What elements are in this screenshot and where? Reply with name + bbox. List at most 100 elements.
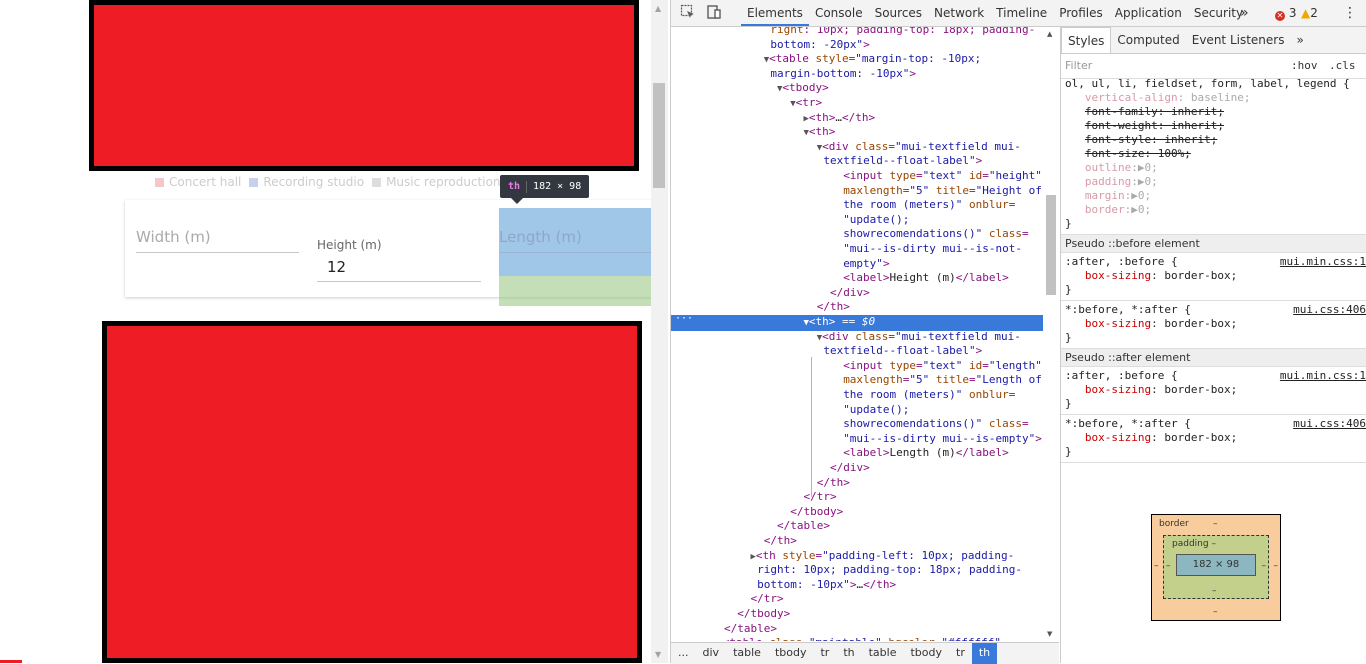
warning-counter[interactable]: ▲2 [1301,0,1318,26]
box-content-size[interactable]: 182 × 98 [1176,554,1256,576]
breadcrumb-item[interactable]: tbody [903,643,949,664]
dom-line[interactable]: "update(); [671,403,1059,418]
dom-line[interactable]: ▶<th>…</th> [671,111,1059,127]
breadcrumb-item[interactable]: table [862,643,904,664]
dom-line[interactable]: ▼<div class="mui-textfield mui- [671,330,1059,346]
source-link[interactable]: mui.css:406 [1293,303,1366,317]
dom-line[interactable]: ▼<div class="mui-textfield mui- [671,140,1059,156]
box-border-left[interactable]: – [1154,561,1159,571]
box-border-bottom[interactable]: – [1213,607,1218,617]
dom-line[interactable]: empty"> [671,257,1059,272]
dom-line[interactable]: </div> [671,461,1059,476]
dom-line[interactable]: maxlength="5" title="Height of [671,184,1059,199]
tab-computed[interactable]: Computed [1111,27,1185,53]
tab-application[interactable]: Application [1109,0,1188,26]
dom-line[interactable]: ▶<table class="maintable" bgcolor="#ffff… [671,636,1059,641]
source-link[interactable]: mui.min.css:1 [1280,369,1366,383]
dom-line[interactable]: ▼<table style="margin-top: -10px; [671,52,1059,68]
breadcrumb-item[interactable]: table [726,643,768,664]
dom-line[interactable]: margin-bottom: -10px"> [671,67,1059,82]
dom-line[interactable]: </tbody> [671,505,1059,520]
width-field[interactable]: Width (m) [136,228,299,253]
dom-line[interactable]: maxlength="5" title="Length of [671,373,1059,388]
box-padding-right[interactable]: – [1262,561,1267,571]
elements-scroll-thumb[interactable] [1046,195,1056,295]
filter-input[interactable]: Filter [1065,59,1092,72]
tab-styles[interactable]: Styles [1061,27,1112,53]
dom-line[interactable]: </th> [671,476,1059,491]
dom-line[interactable]: textfield--float-label"> [671,344,1059,359]
dom-line[interactable]: <label>Height (m)</label> [671,271,1059,286]
box-padding-top[interactable]: – [1211,539,1216,549]
tab-network[interactable]: Network [928,0,990,26]
dom-line[interactable]: ▶<th style="padding-left: 10px; padding- [671,549,1059,565]
breadcrumb-item[interactable]: tr [813,643,836,664]
style-rule-before-1[interactable]: :after, :before { box-sizing: border-box… [1061,253,1366,301]
scroll-down-arrow-icon[interactable]: ▼ [655,650,661,659]
hover-state-toggle[interactable]: :hov [1291,59,1318,72]
node-actions-icon[interactable]: ··· [675,312,693,327]
dom-line[interactable]: bottom: -10px">…</th> [671,578,1059,593]
dom-line[interactable]: right: 10px; padding-top: 18px; padding- [671,27,1059,38]
page-scrollbar[interactable]: ▲ ▼ [651,0,668,663]
tab-sources[interactable]: Sources [869,0,928,26]
style-rule-after-2[interactable]: *:before, *:after { box-sizing: border-b… [1061,415,1366,463]
box-padding-left[interactable]: – [1166,561,1171,571]
dom-line[interactable]: </tbody> [671,607,1059,622]
dom-line[interactable]: ▼<tr> [671,96,1059,112]
device-toggle-icon[interactable] [705,4,723,22]
height-field[interactable]: Height (m) 12 [317,238,481,282]
dom-line[interactable]: </table> [671,622,1059,637]
error-counter[interactable]: ✕ 3 [1275,0,1296,26]
dom-line[interactable]: showrecomendations()" class= [671,227,1059,242]
dom-line[interactable]: <input type="text" id="height" [671,169,1059,184]
breadcrumb-item[interactable]: tbody [768,643,814,664]
dom-line[interactable]: textfield--float-label"> [671,154,1059,169]
legend-item-recording-studio[interactable]: Recording studio [249,175,364,189]
legend-item-concert-hall[interactable]: Concert hall [155,175,241,189]
legend-item-music-reproduction[interactable]: Music reproduction ro [372,175,516,189]
breadcrumb-item[interactable]: ... [671,643,696,664]
dom-line[interactable]: </th> [671,300,1059,315]
dom-line[interactable]: the room (meters)" onblur= [671,388,1059,403]
breadcrumb-item[interactable]: tr [949,643,972,664]
style-rule-inherited[interactable]: ol, ul, li, fieldset, form, label, legen… [1061,75,1366,235]
breadcrumb-item[interactable]: th [836,643,861,664]
elements-scroll-up-icon[interactable]: ▲ [1047,30,1052,38]
inspect-element-icon[interactable] [679,4,697,22]
tab-profiles[interactable]: Profiles [1053,0,1109,26]
dom-line[interactable]: the room (meters)" onblur= [671,198,1059,213]
style-rule-before-2[interactable]: *:before, *:after { box-sizing: border-b… [1061,301,1366,349]
scroll-up-arrow-icon[interactable]: ▲ [655,4,661,13]
dom-line-selected[interactable]: ▼<th> == $0 [671,315,1059,331]
dom-line[interactable]: ▼<th> [671,125,1059,141]
dom-line[interactable]: </div> [671,286,1059,301]
more-tabs-icon[interactable]: » [1240,0,1249,26]
tab-elements[interactable]: Elements [741,0,809,26]
dom-line[interactable]: "mui--is-dirty mui--is-empty"> [671,432,1059,447]
dom-line[interactable]: </tr> [671,592,1059,607]
dom-line[interactable]: "update(); [671,213,1059,228]
dom-line[interactable]: </th> [671,534,1059,549]
dom-line[interactable]: bottom: -20px"> [671,38,1059,53]
elements-scroll-down-icon[interactable]: ▼ [1047,630,1052,638]
dom-line[interactable]: <label>Length (m)</label> [671,446,1059,461]
tab-console[interactable]: Console [809,0,869,26]
tab-timeline[interactable]: Timeline [990,0,1053,26]
devtools-menu-icon[interactable]: ⋮ [1343,0,1357,26]
dom-line[interactable]: </tr> [671,490,1059,505]
elements-scrollbar[interactable]: ▲ ▼ [1043,27,1059,641]
breadcrumb-item[interactable]: div [696,643,727,664]
source-link[interactable]: mui.min.css:1 [1280,255,1366,269]
dom-line[interactable]: showrecomendations()" class= [671,417,1059,432]
dom-line[interactable]: "mui--is-dirty mui--is-not- [671,242,1059,257]
height-input-value[interactable]: 12 [327,258,481,276]
box-border-value[interactable]: – [1213,519,1218,529]
more-style-tabs-icon[interactable]: » [1290,27,1309,53]
dom-line[interactable]: </table> [671,519,1059,534]
breadcrumb-item-selected[interactable]: th [971,643,998,664]
dom-line[interactable]: ▼<tbody> [671,81,1059,97]
dom-line[interactable]: <input type="text" id="length" [671,359,1059,374]
box-padding-bottom[interactable]: – [1212,586,1217,596]
tab-event-listeners[interactable]: Event Listeners [1186,27,1291,53]
